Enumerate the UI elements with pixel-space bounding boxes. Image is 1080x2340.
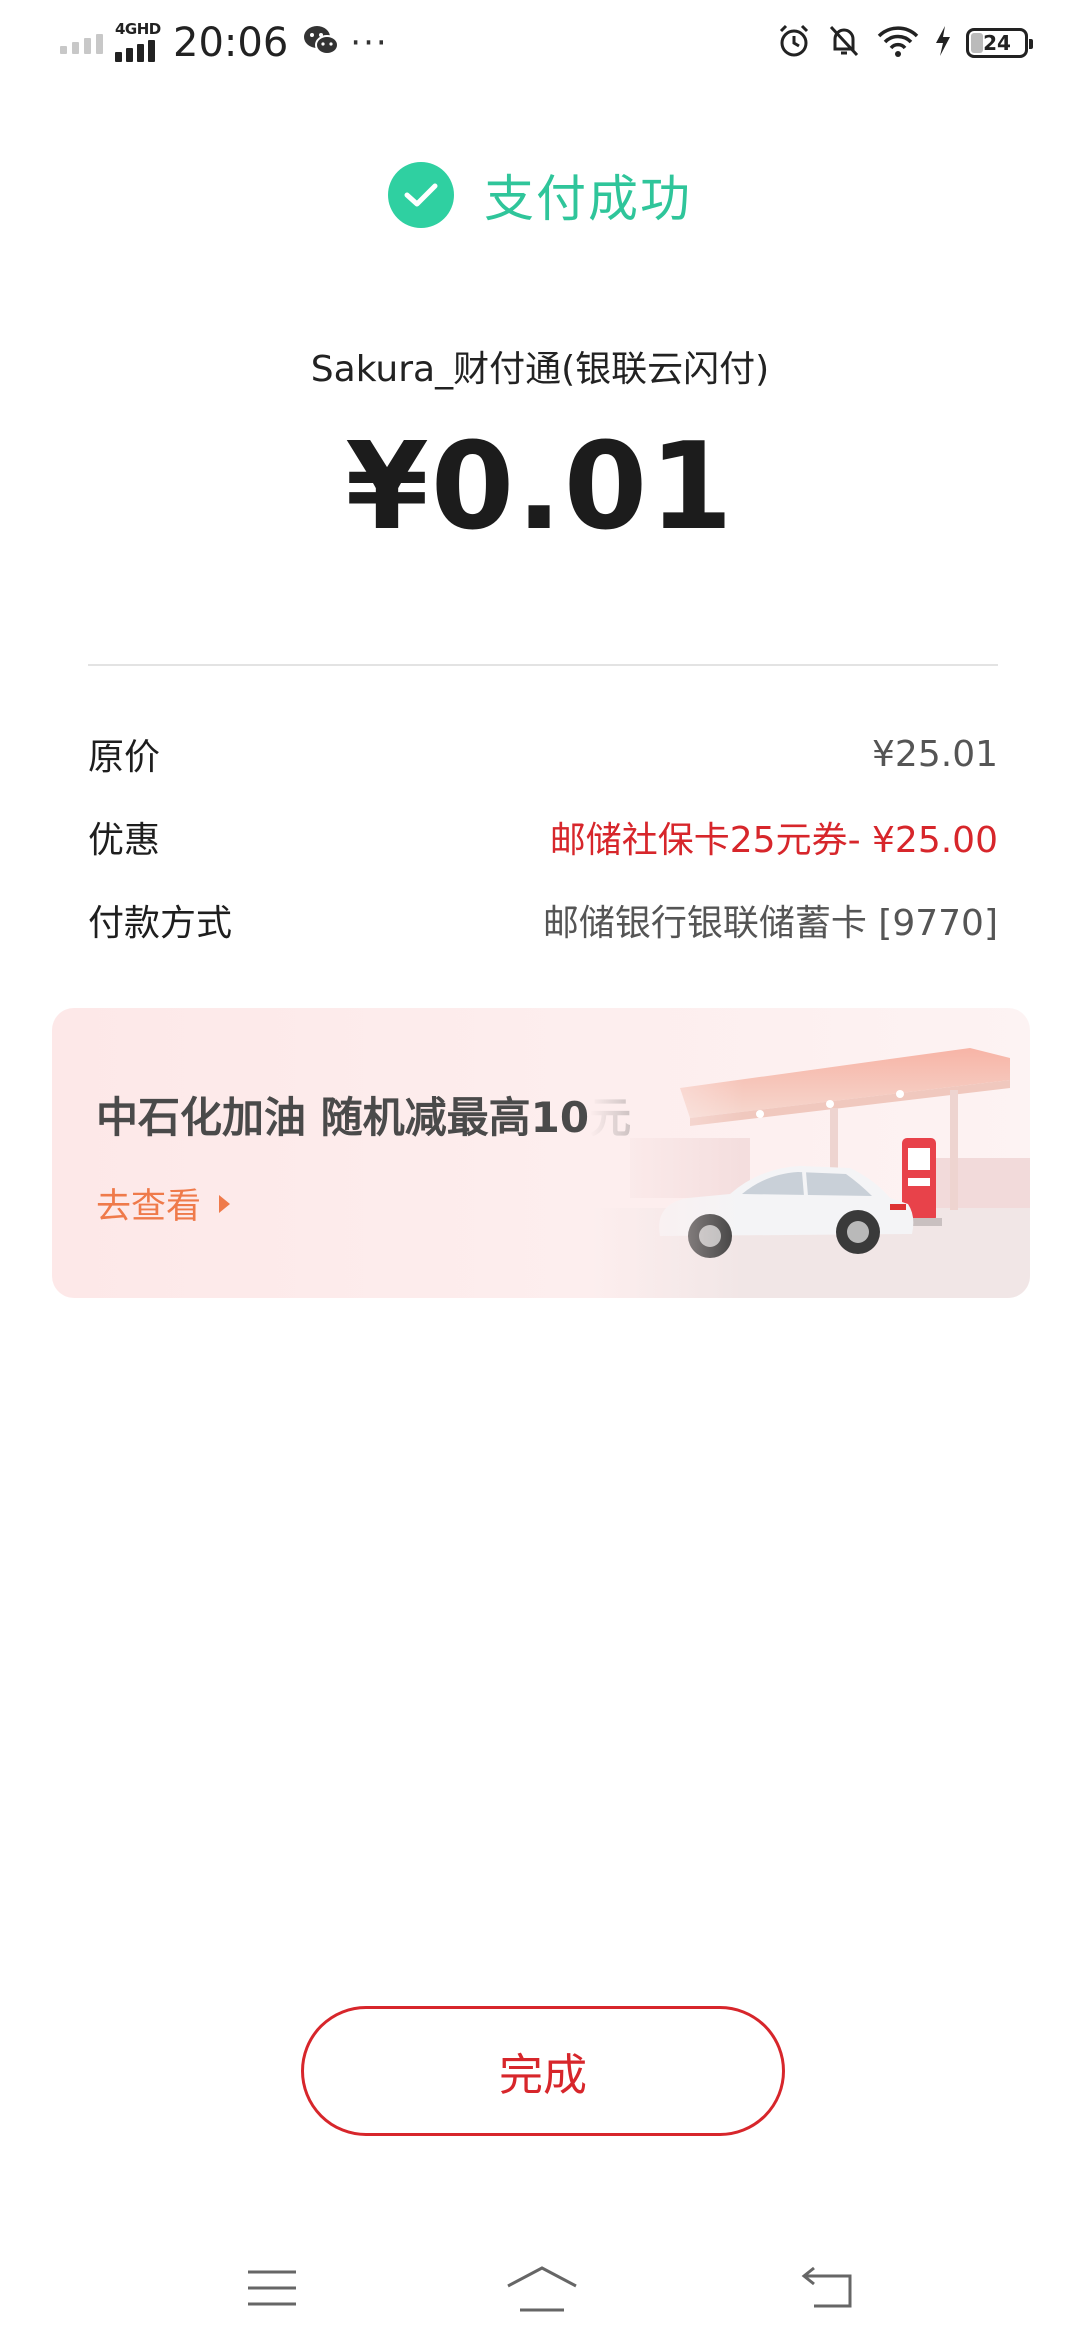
detail-row-payment-method: 付款方式 邮储银行银联储蓄卡 [9770]	[88, 890, 998, 950]
sim2-signal-icon: 4GHD	[113, 20, 161, 66]
success-check-icon	[388, 162, 454, 228]
gas-station-car-image	[590, 1008, 1030, 1298]
detail-row-original-price: 原价 ¥25.01	[88, 724, 998, 784]
network-type: 4GHD	[115, 20, 161, 38]
back-icon[interactable]	[788, 2258, 868, 2318]
merchant-name: Sakura_财付通(银联云闪付)	[310, 349, 770, 390]
mute-bell-icon	[826, 23, 862, 63]
detail-value: ¥25.01	[872, 733, 998, 775]
payment-status-title: 支付成功	[484, 170, 692, 228]
paid-amount: ¥0.01	[345, 418, 735, 557]
sim1-signal-icon	[60, 32, 103, 54]
detail-row-discount: 优惠 邮储社保卡25元券- ¥25.00	[88, 807, 998, 867]
detail-label: 原价	[88, 737, 161, 778]
divider	[88, 664, 998, 666]
detail-value: 邮储社保卡25元券- ¥25.00	[549, 820, 998, 861]
arrow-right-icon	[219, 1194, 231, 1213]
battery-icon: 24	[966, 28, 1033, 58]
charging-icon	[934, 25, 952, 61]
status-bar: 4GHD 20:06 ··· 24	[0, 0, 1080, 86]
detail-value: 邮储银行银联储蓄卡 [9770]	[542, 903, 998, 944]
home-icon[interactable]	[502, 2258, 582, 2318]
wifi-icon	[876, 24, 920, 62]
promo-link[interactable]: 去查看	[96, 1178, 231, 1229]
more-notifications-icon: ···	[350, 23, 389, 63]
status-time: 20:06	[173, 20, 289, 66]
alarm-icon	[776, 23, 812, 63]
wechat-icon	[302, 24, 340, 62]
promo-title: 中石化加油 随机减最高10元	[96, 1093, 632, 1142]
battery-level: 24	[983, 31, 1011, 55]
done-button[interactable]: 完成	[301, 2006, 785, 2136]
detail-label: 付款方式	[88, 903, 233, 944]
payment-status: 支付成功	[0, 160, 1080, 230]
promo-link-label: 去查看	[96, 1187, 202, 1227]
promo-banner[interactable]: 中石化加油 随机减最高10元 去查看	[52, 1008, 1030, 1298]
detail-label: 优惠	[88, 820, 161, 861]
navigation-bar	[0, 2240, 1080, 2340]
menu-icon[interactable]	[232, 2258, 312, 2318]
